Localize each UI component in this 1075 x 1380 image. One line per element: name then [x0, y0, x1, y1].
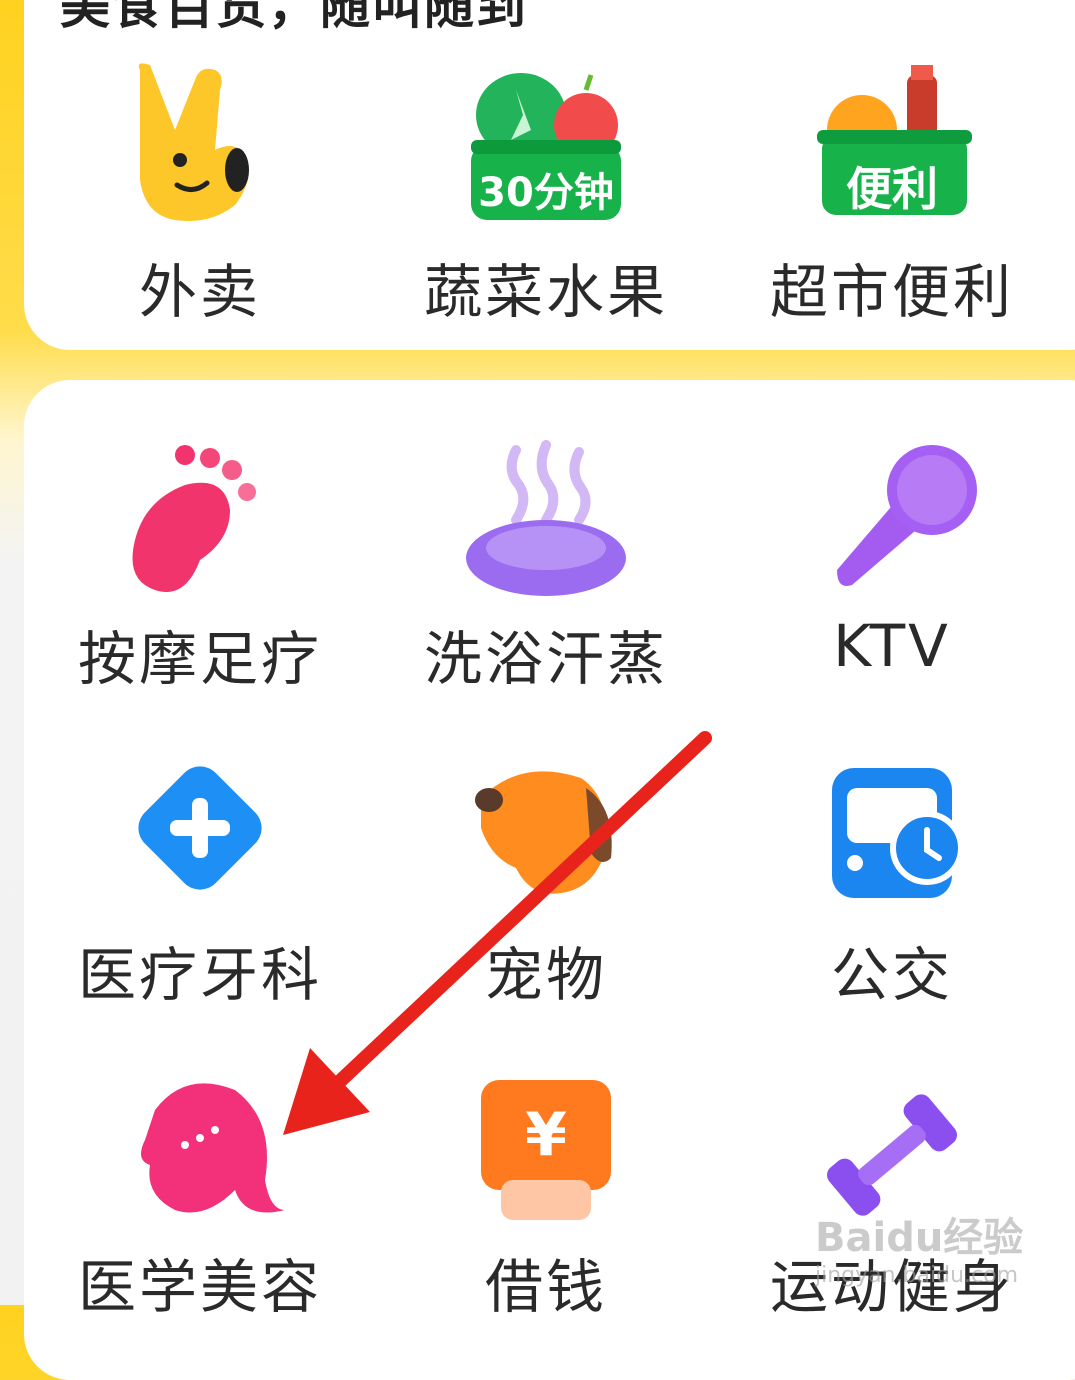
- tile-massage[interactable]: 按摩足疗: [30, 440, 370, 740]
- tile-label: 医学美容: [77, 1253, 322, 1321]
- badge-convenience: 便利: [846, 162, 938, 216]
- tile-label: 蔬菜水果: [423, 258, 668, 326]
- tile-label: 超市便利: [769, 258, 1014, 326]
- bus-clock-icon: [832, 768, 964, 898]
- dog-icon: [475, 771, 612, 894]
- baidu-watermark: Baidu经验 jingyan.baidu.com: [815, 1205, 1055, 1295]
- tile-borrow-money[interactable]: ¥ 借钱: [376, 1070, 716, 1370]
- badge-30min: 30分钟: [478, 170, 614, 216]
- tile-label: 借钱: [484, 1253, 607, 1321]
- tile-medical[interactable]: 医疗牙科: [30, 758, 370, 1058]
- tile-label: 医疗牙科: [77, 941, 322, 1009]
- tile-label: 宠物: [484, 941, 607, 1009]
- tile-ktv[interactable]: KTV: [722, 440, 1062, 740]
- tile-medical-beauty[interactable]: 医学美容: [30, 1070, 370, 1370]
- tile-label: 洗浴汗蒸: [423, 625, 668, 693]
- tile-supermarket[interactable]: 便利 超市便利: [722, 60, 1062, 360]
- yen-symbol: ¥: [525, 1100, 567, 1170]
- kangaroo-mascot-icon: [138, 63, 249, 222]
- beauty-face-icon: [141, 1083, 285, 1213]
- tile-label: KTV: [833, 612, 951, 680]
- tile-label: 公交: [830, 941, 953, 1009]
- tile-takeout[interactable]: 外卖: [30, 60, 370, 360]
- tile-label: 外卖: [138, 258, 261, 326]
- foot-icon: [132, 445, 256, 592]
- tile-vegetables-fruit[interactable]: 30分钟 蔬菜水果: [376, 60, 716, 360]
- watermark-subtext: jingyan.baidu.com: [815, 1263, 1019, 1288]
- tile-label: 按摩足疗: [77, 625, 322, 693]
- tile-bath[interactable]: 洗浴汗蒸: [376, 440, 716, 740]
- tile-bus[interactable]: 公交: [722, 758, 1062, 1058]
- medical-cross-icon: [138, 766, 262, 890]
- microphone-icon: [837, 445, 977, 586]
- watermark-text: Baidu经验: [815, 1215, 1024, 1261]
- section-header: 美食百货，随叫随到: [60, 0, 528, 35]
- bath-steam-icon: [466, 440, 626, 596]
- tile-pet[interactable]: 宠物: [376, 758, 716, 1058]
